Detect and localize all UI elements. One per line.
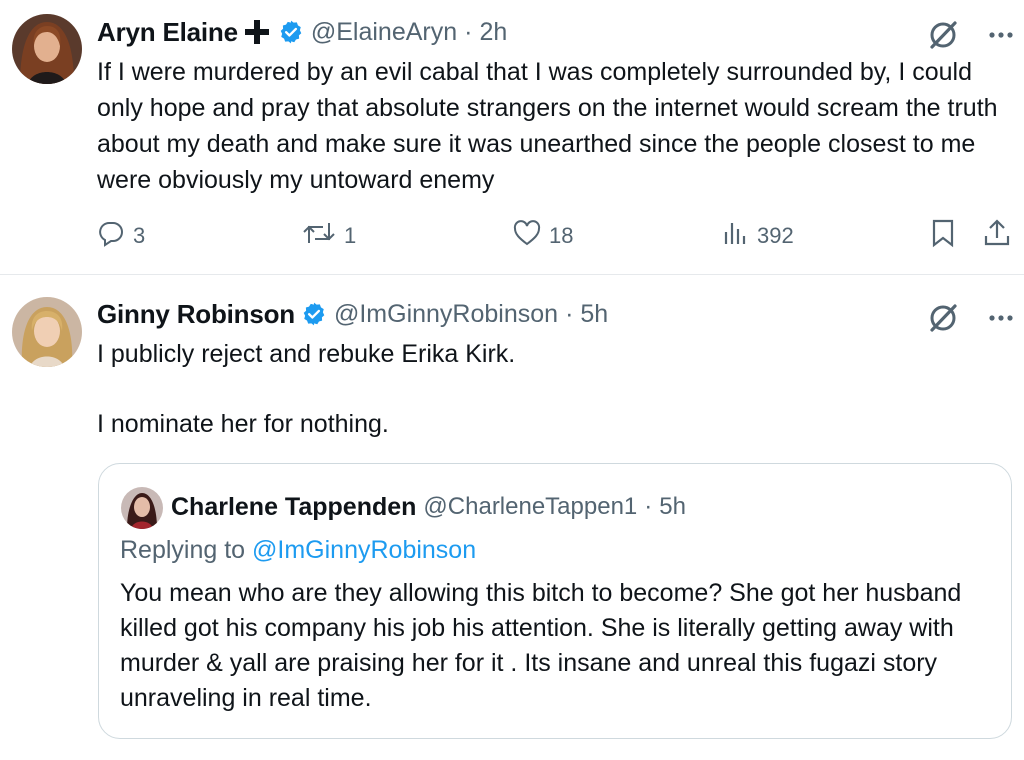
views-icon — [721, 219, 749, 253]
like-button[interactable]: 18 — [513, 218, 573, 254]
avatar[interactable] — [12, 297, 82, 367]
meta-separator: · — [464, 17, 473, 46]
tweet-aryn-elaine[interactable]: Aryn Elaine @ElaineAryn · 2h If I were m… — [0, 0, 1024, 274]
grok-icon[interactable] — [926, 18, 960, 52]
more-icon[interactable] — [988, 31, 1014, 39]
view-count: 392 — [757, 223, 794, 248]
quoted-tweet-text: You mean who are they allowing this bitc… — [120, 579, 962, 712]
tweet-top-actions — [926, 18, 1014, 52]
tweet-actions: 3 1 18 392 — [97, 218, 1014, 254]
avatar[interactable] — [12, 14, 82, 84]
quoted-author-name[interactable]: Charlene Tappenden — [171, 493, 416, 522]
repost-count: 1 — [344, 223, 357, 248]
repost-icon — [302, 219, 336, 253]
quoted-time[interactable]: 5h — [659, 493, 686, 521]
verified-badge-icon — [278, 19, 304, 45]
repost-button[interactable]: 1 — [302, 218, 356, 254]
like-count: 18 — [549, 223, 574, 248]
bookmark-button[interactable] — [930, 218, 956, 254]
more-icon[interactable] — [988, 314, 1014, 322]
tweet-header: Ginny Robinson @ImGinnyRobinson · 5h — [97, 297, 608, 331]
reply-icon — [97, 219, 125, 253]
author-name[interactable]: Ginny Robinson — [97, 299, 295, 330]
tweet-ginny-robinson[interactable]: Ginny Robinson @ImGinnyRobinson · 5h I p… — [0, 275, 1024, 760]
share-button[interactable] — [983, 218, 1011, 254]
author-name[interactable]: Aryn Elaine — [97, 17, 238, 48]
tweet-top-actions — [926, 301, 1014, 335]
tweet-header: Aryn Elaine @ElaineAryn · 2h — [97, 15, 507, 49]
meta-separator: · — [644, 493, 653, 520]
grok-icon[interactable] — [926, 301, 960, 335]
quoted-tweet[interactable]: Charlene Tappenden @CharleneTappen1 · 5h… — [98, 463, 1012, 739]
tweet-text-line: I nominate her for nothing. — [97, 410, 389, 438]
tweet-text: If I were murdered by an evil cabal that… — [97, 58, 998, 194]
share-icon — [983, 218, 1011, 254]
cross-icon — [242, 17, 272, 47]
replying-to-label: Replying to — [120, 536, 253, 564]
verified-badge-icon — [301, 301, 327, 327]
quoted-author-handle[interactable]: @CharleneTappen1 — [423, 493, 637, 521]
like-icon — [513, 220, 541, 252]
reply-count: 3 — [133, 223, 146, 248]
views-button[interactable]: 392 — [721, 218, 794, 254]
author-handle[interactable]: @ImGinnyRobinson — [334, 300, 558, 329]
reply-button[interactable]: 3 — [97, 218, 145, 254]
replying-to-handle[interactable]: @ImGinnyRobinson — [252, 536, 476, 564]
quoted-avatar[interactable] — [121, 487, 163, 529]
quoted-header: Charlene Tappenden @CharleneTappen1 · 5h — [171, 490, 686, 524]
author-handle[interactable]: @ElaineAryn — [311, 18, 457, 47]
tweet-text: I publicly reject and rebuke Erika Kirk.… — [97, 336, 1012, 442]
replying-to: Replying to @ImGinnyRobinson — [120, 536, 476, 565]
tweet-time[interactable]: 2h — [479, 18, 507, 47]
meta-separator: · — [565, 299, 574, 328]
tweet-time[interactable]: 5h — [580, 300, 608, 329]
bookmark-icon — [930, 218, 956, 254]
tweet-text-line: I publicly reject and rebuke Erika Kirk. — [97, 340, 516, 368]
